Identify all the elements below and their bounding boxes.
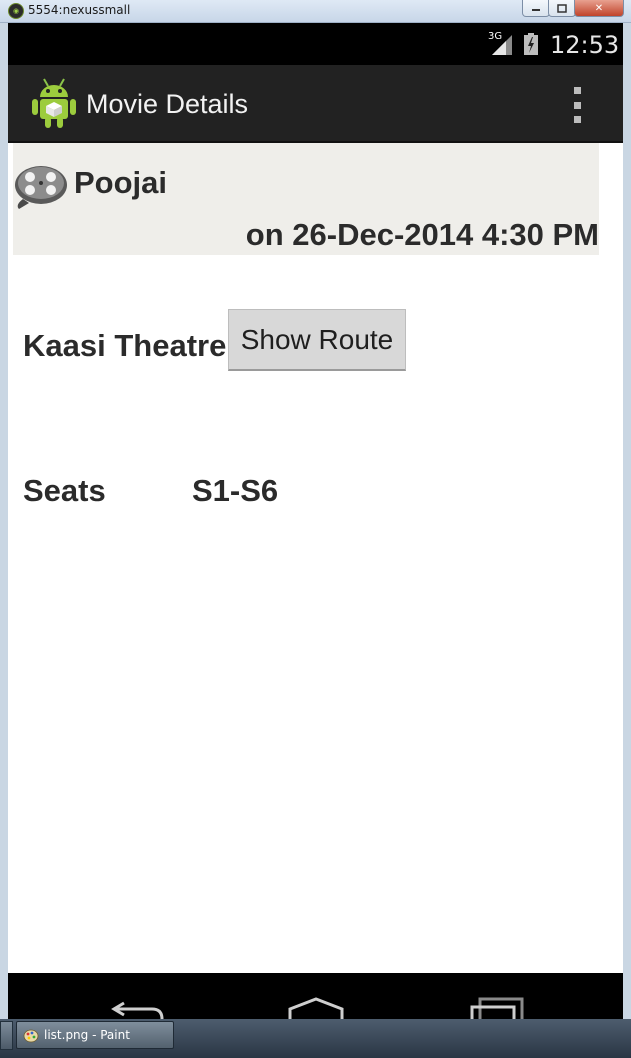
movie-name: Poojai [74,165,168,200]
theatre-name: Kaasi Theatre [23,328,227,363]
maximize-button[interactable] [548,0,576,17]
seats-value: S1-S6 [192,473,279,508]
back-icon[interactable] [108,997,166,1019]
android-logo-icon[interactable] [30,77,78,129]
action-bar: Movie Details [8,65,623,143]
battery-icon [524,33,538,55]
navigation-bar [8,973,623,1019]
window-titlebar: ◉ 5554:nexussmall ✕ [0,0,631,23]
maximize-icon [557,3,567,13]
film-reel-icon [15,166,67,209]
seats-label: Seats [23,473,106,508]
close-button[interactable]: ✕ [574,0,624,17]
taskbar-item-label: list.png - Paint [44,1028,130,1042]
page-title: Movie Details [86,89,249,119]
movie-header: Poojai on 26-Dec-2014 4:30 PM [13,143,599,255]
show-route-button[interactable]: Show Route [228,309,406,371]
movie-details-content: Poojai on 26-Dec-2014 4:30 PM Kaasi Thea… [8,143,623,973]
signal-icon [492,35,512,55]
paint-icon [23,1029,39,1043]
emulator-app-icon: ◉ [8,3,24,19]
overflow-menu-icon[interactable] [572,87,582,123]
window-title: 5554:nexussmall [28,3,131,17]
minimize-button[interactable] [522,0,550,17]
emulator-screen: 3G 12:53 Movie Details Poojai on 26-Dec-… [8,23,623,1019]
close-icon: ✕ [594,2,604,14]
taskbar: list.png - Paint [0,1019,631,1058]
status-bar: 3G 12:53 [8,23,623,65]
minimize-icon [532,9,540,11]
taskbar-item-paint[interactable]: list.png - Paint [16,1021,174,1049]
home-icon[interactable] [286,995,346,1019]
recent-apps-icon[interactable] [468,995,526,1019]
show-datetime: on 26-Dec-2014 4:30 PM [245,217,599,252]
clock: 12:53 [550,31,620,59]
taskbar-item-partial[interactable] [0,1021,13,1050]
